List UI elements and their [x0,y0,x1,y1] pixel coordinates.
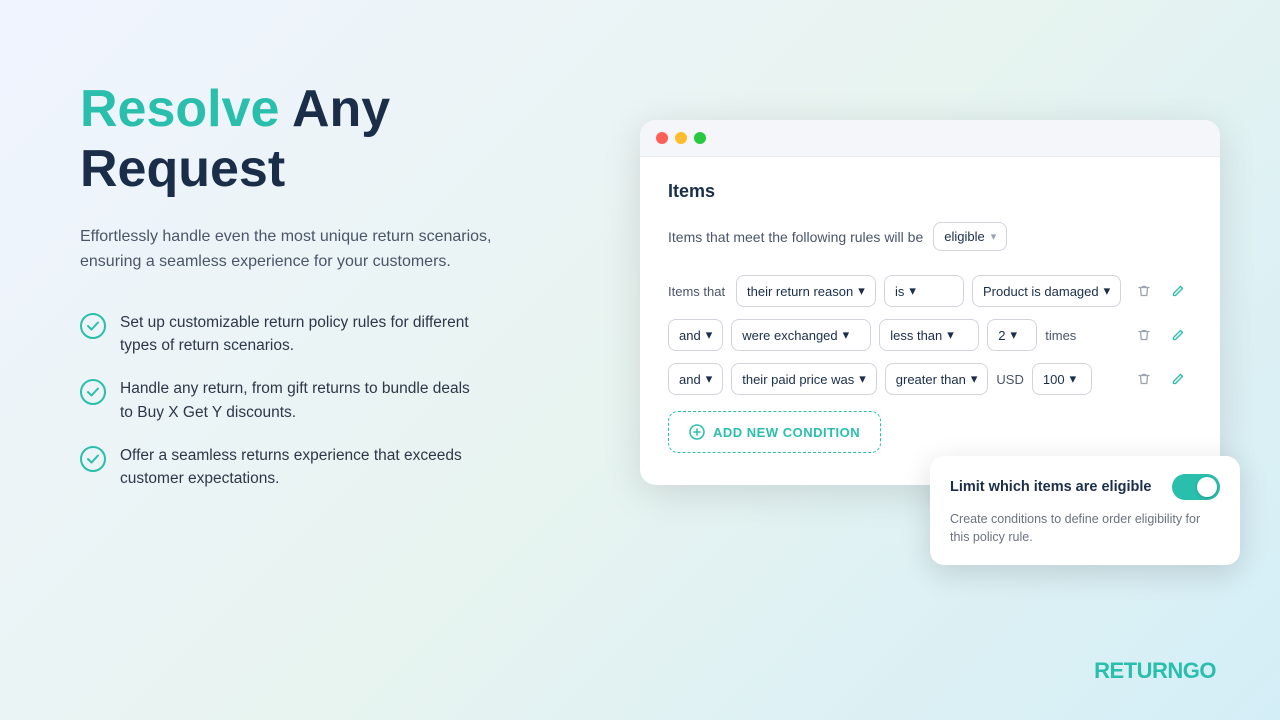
operator-select-2[interactable]: less than ▾ [879,319,979,351]
eligibility-row: Items that meet the following rules will… [668,222,1192,251]
chevron-icon-2b: ▾ [947,327,954,343]
value-select-1[interactable]: Product is damaged ▾ [972,275,1121,307]
chevron-icon-2c: ▾ [1010,327,1017,343]
edit-icon-2 [1171,328,1185,342]
field-select-1[interactable]: their return reason ▾ [736,275,876,307]
action-icons-2 [1130,321,1192,349]
logo: RETURNGO [1094,658,1216,684]
check-icon-3 [80,446,106,472]
feature-text-2: Handle any return, from gift returns to … [120,377,480,424]
delete-btn-3[interactable] [1130,365,1158,393]
trash-icon-3 [1137,372,1151,386]
currency-label-3: USD [996,372,1023,387]
logo-green: GO [1183,658,1216,683]
dot-green [694,132,706,144]
add-condition-label: ADD NEW CONDITION [713,425,860,440]
operator-value-3: greater than [896,372,966,387]
delete-btn-2[interactable] [1130,321,1158,349]
chevron-icon-1c: ▾ [1104,283,1111,299]
trash-icon-2 [1137,328,1151,342]
edit-btn-1[interactable] [1164,277,1192,305]
action-icons-1 [1130,277,1192,305]
prefix-value-3: and [679,372,701,387]
field-value-1: their return reason [747,284,853,299]
field-select-3[interactable]: their paid price was ▾ [731,363,877,395]
chevron-icon-2a: ▾ [843,327,850,343]
eligibility-value: eligible [944,229,984,244]
subtitle: Effortlessly handle even the most unique… [80,224,500,275]
conditions-area: Items that their return reason ▾ is ▾ Pr… [668,275,1192,395]
chevron-icon-3a: ▾ [859,371,866,387]
toggle-switch[interactable] [1172,474,1220,500]
chevron-prefix-3: ▾ [706,371,713,387]
headline-resolve: Resolve [80,80,279,138]
dot-yellow [675,132,687,144]
eligibility-text: Items that meet the following rules will… [668,229,923,245]
value-text-1: Product is damaged [983,284,1099,299]
browser-titlebar [640,120,1220,157]
chevron-down-icon: ▾ [991,230,997,243]
operator-value-2: less than [890,328,942,343]
times-label-2: times [1045,328,1076,343]
check-icon-2 [80,379,106,405]
field-value-2: were exchanged [742,328,837,343]
tooltip-title: Limit which items are eligible [950,479,1151,495]
condition-row-2: and ▾ were exchanged ▾ less than ▾ 2 ▾ t… [668,319,1192,351]
prefix-value-2: and [679,328,701,343]
features-list: Set up customizable return policy rules … [80,311,560,491]
eligibility-select[interactable]: eligible ▾ [933,222,1007,251]
edit-btn-3[interactable] [1164,365,1192,393]
edit-icon-1 [1171,284,1185,298]
section-title: Items [668,181,1192,202]
prefix-label-1: Items that [668,284,728,299]
feature-item-2: Handle any return, from gift returns to … [80,377,560,424]
chevron-icon-3b: ▾ [971,371,978,387]
field-value-3: their paid price was [742,372,854,387]
feature-text-1: Set up customizable return policy rules … [120,311,480,358]
add-condition-button[interactable]: ADD NEW CONDITION [668,411,881,453]
number-select-2[interactable]: 2 ▾ [987,319,1037,351]
browser-content: Items Items that meet the following rule… [640,157,1220,485]
amount-select-3[interactable]: 100 ▾ [1032,363,1092,395]
tooltip-card: Limit which items are eligible Create co… [930,456,1240,566]
operator-value-1: is [895,284,904,299]
feature-text-3: Offer a seamless returns experience that… [120,444,480,491]
delete-btn-1[interactable] [1130,277,1158,305]
feature-item-3: Offer a seamless returns experience that… [80,444,560,491]
edit-icon-3 [1171,372,1185,386]
edit-btn-2[interactable] [1164,321,1192,349]
plus-circle-icon [689,424,705,440]
toggle-knob [1197,477,1217,497]
prefix-select-3[interactable]: and ▾ [668,363,723,395]
chevron-icon-1: ▾ [858,283,865,299]
tooltip-header: Limit which items are eligible [950,474,1220,500]
amount-value-3: 100 [1043,372,1065,387]
feature-item-1: Set up customizable return policy rules … [80,311,560,358]
check-icon-1 [80,313,106,339]
operator-select-1[interactable]: is ▾ [884,275,964,307]
left-panel: Resolve AnyRequest Effortlessly handle e… [80,80,560,490]
logo-dark: RETURN [1094,658,1183,683]
chevron-icon-1b: ▾ [909,283,916,299]
condition-row-1: Items that their return reason ▾ is ▾ Pr… [668,275,1192,307]
operator-select-3[interactable]: greater than ▾ [885,363,989,395]
trash-icon-1 [1137,284,1151,298]
condition-row-3: and ▾ their paid price was ▾ greater tha… [668,363,1192,395]
chevron-prefix-2: ▾ [706,327,713,343]
action-icons-3 [1130,365,1192,393]
number-value-2: 2 [998,328,1005,343]
tooltip-description: Create conditions to define order eligib… [950,510,1220,548]
field-select-2[interactable]: were exchanged ▾ [731,319,871,351]
prefix-select-2[interactable]: and ▾ [668,319,723,351]
headline: Resolve AnyRequest [80,80,560,200]
browser-window: Items Items that meet the following rule… [640,120,1220,485]
dot-red [656,132,668,144]
chevron-icon-3c: ▾ [1070,371,1077,387]
